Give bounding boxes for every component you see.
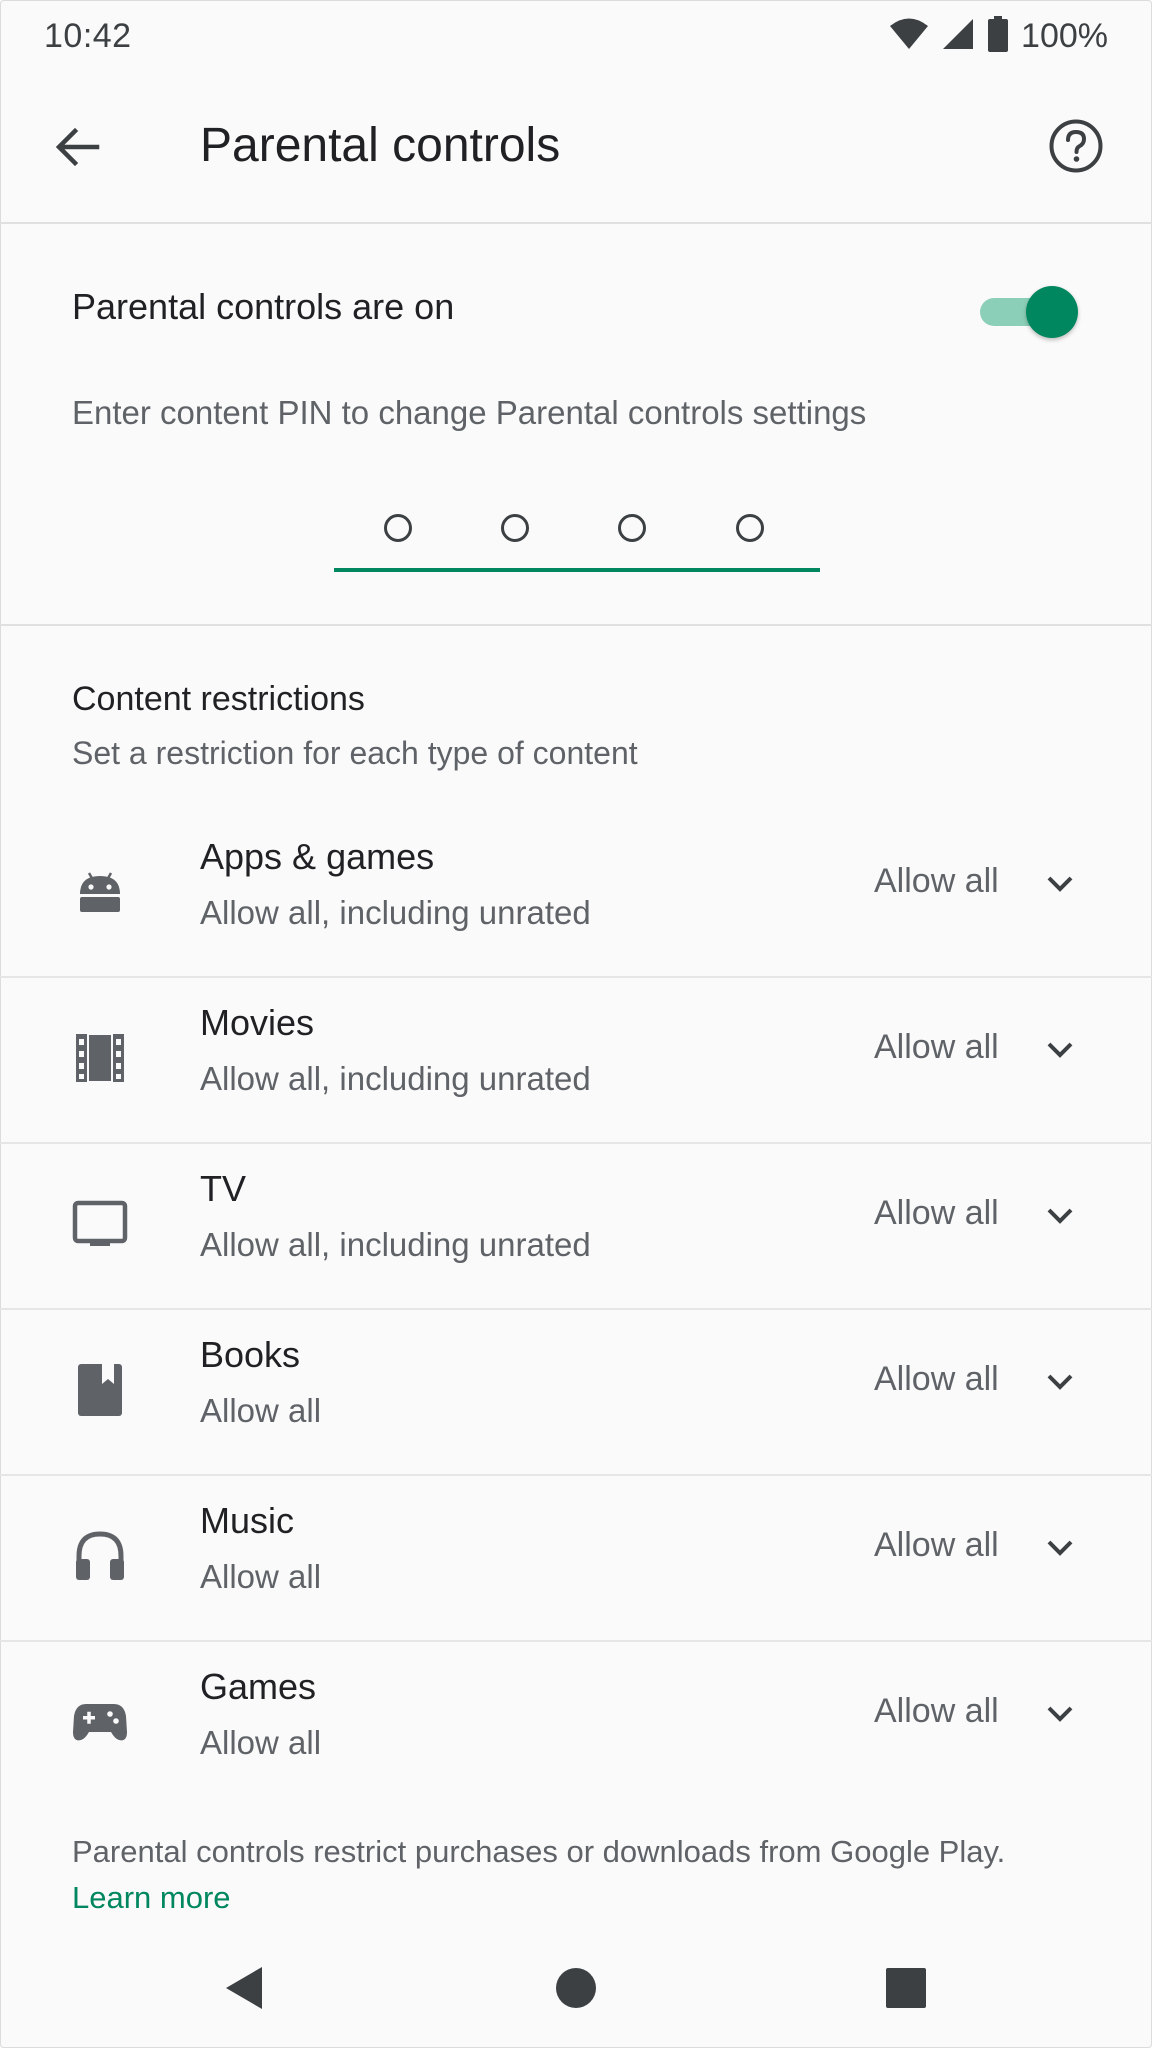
status-icons: 100% bbox=[889, 16, 1108, 57]
pin-digit-3 bbox=[618, 514, 646, 542]
nav-recents-icon bbox=[885, 1967, 927, 2014]
footer-note: Parental controls restrict purchases or … bbox=[72, 1834, 1006, 1869]
row-value: Allow all bbox=[874, 1526, 999, 1564]
row-value: Allow all bbox=[874, 862, 999, 900]
row-subtitle: Allow all, including unrated bbox=[200, 1060, 591, 1097]
row-value: Allow all bbox=[874, 1360, 999, 1398]
parental-controls-toggle-row: Parental controls are on bbox=[0, 224, 1152, 394]
row-subtitle: Allow all bbox=[200, 1558, 322, 1595]
status-time: 10:42 bbox=[44, 17, 132, 55]
cell-signal-icon bbox=[941, 17, 975, 56]
toggle-label: Parental controls are on bbox=[72, 286, 455, 327]
pin-digit-4 bbox=[736, 514, 764, 542]
restriction-row-books[interactable]: Books Allow all Allow all bbox=[0, 1310, 1152, 1476]
pin-digit-2 bbox=[501, 514, 529, 542]
movie-film-icon bbox=[70, 1028, 130, 1088]
gamepad-icon bbox=[70, 1692, 130, 1752]
page-title: Parental controls bbox=[200, 119, 561, 172]
pin-prompt: Enter content PIN to change Parental con… bbox=[72, 394, 867, 431]
row-title: Apps & games bbox=[200, 836, 435, 877]
chevron-down-icon bbox=[1040, 1528, 1080, 1568]
nav-home-button[interactable] bbox=[546, 1960, 606, 2020]
nav-recents-button[interactable] bbox=[876, 1960, 936, 2020]
help-circle-icon bbox=[1048, 118, 1104, 179]
section-divider bbox=[0, 624, 1152, 626]
chevron-down-icon bbox=[1040, 1030, 1080, 1070]
status-bar: 10:42 100% bbox=[0, 0, 1152, 76]
restriction-row-games[interactable]: Games Allow all Allow all bbox=[0, 1642, 1152, 1808]
chevron-down-icon bbox=[1040, 864, 1080, 904]
book-icon bbox=[70, 1360, 130, 1420]
row-subtitle: Allow all bbox=[200, 1392, 322, 1429]
row-subtitle: Allow all, including unrated bbox=[200, 894, 591, 931]
restriction-row-music[interactable]: Music Allow all Allow all bbox=[0, 1476, 1152, 1642]
tv-icon bbox=[70, 1194, 130, 1254]
restriction-row-movies[interactable]: Movies Allow all, including unrated Allo… bbox=[0, 978, 1152, 1144]
app-bar: Parental controls bbox=[0, 76, 1152, 224]
chevron-down-icon bbox=[1040, 1362, 1080, 1402]
battery-icon bbox=[987, 16, 1009, 57]
headphones-icon bbox=[70, 1526, 130, 1586]
row-value: Allow all bbox=[874, 1194, 999, 1232]
chevron-down-icon bbox=[1040, 1694, 1080, 1734]
switch-thumb bbox=[1026, 286, 1078, 338]
row-value: Allow all bbox=[874, 1028, 999, 1066]
row-subtitle: Allow all bbox=[200, 1724, 322, 1761]
nav-back-button[interactable] bbox=[214, 1960, 274, 2020]
row-title: Books bbox=[200, 1334, 301, 1375]
section-subtitle: Set a restriction for each type of conte… bbox=[72, 735, 638, 771]
android-icon bbox=[70, 862, 130, 922]
section-title: Content restrictions bbox=[72, 680, 365, 718]
row-value: Allow all bbox=[874, 1692, 999, 1730]
restriction-row-tv[interactable]: TV Allow all, including unrated Allow al… bbox=[0, 1144, 1152, 1310]
system-nav-bar bbox=[0, 1930, 1152, 2046]
row-title: TV bbox=[200, 1168, 247, 1209]
restriction-row-apps-games[interactable]: Apps & games Allow all, including unrate… bbox=[0, 812, 1152, 978]
pin-digit-1 bbox=[384, 514, 412, 542]
row-title: Movies bbox=[200, 1002, 315, 1043]
pin-input[interactable] bbox=[334, 496, 820, 576]
row-subtitle: Allow all, including unrated bbox=[200, 1226, 591, 1263]
nav-home-icon bbox=[554, 1966, 598, 2015]
wifi-icon bbox=[889, 17, 929, 56]
arrow-back-icon bbox=[53, 123, 101, 176]
battery-percentage: 100% bbox=[1021, 17, 1108, 55]
parental-controls-switch[interactable] bbox=[978, 282, 1078, 338]
row-title: Music bbox=[200, 1500, 295, 1541]
learn-more-link[interactable]: Learn more bbox=[72, 1880, 231, 1916]
row-title: Games bbox=[200, 1666, 317, 1707]
back-button[interactable] bbox=[42, 114, 112, 184]
help-button[interactable] bbox=[1044, 116, 1108, 180]
nav-back-icon bbox=[222, 1965, 266, 2016]
pin-underline bbox=[334, 568, 820, 572]
chevron-down-icon bbox=[1040, 1196, 1080, 1236]
